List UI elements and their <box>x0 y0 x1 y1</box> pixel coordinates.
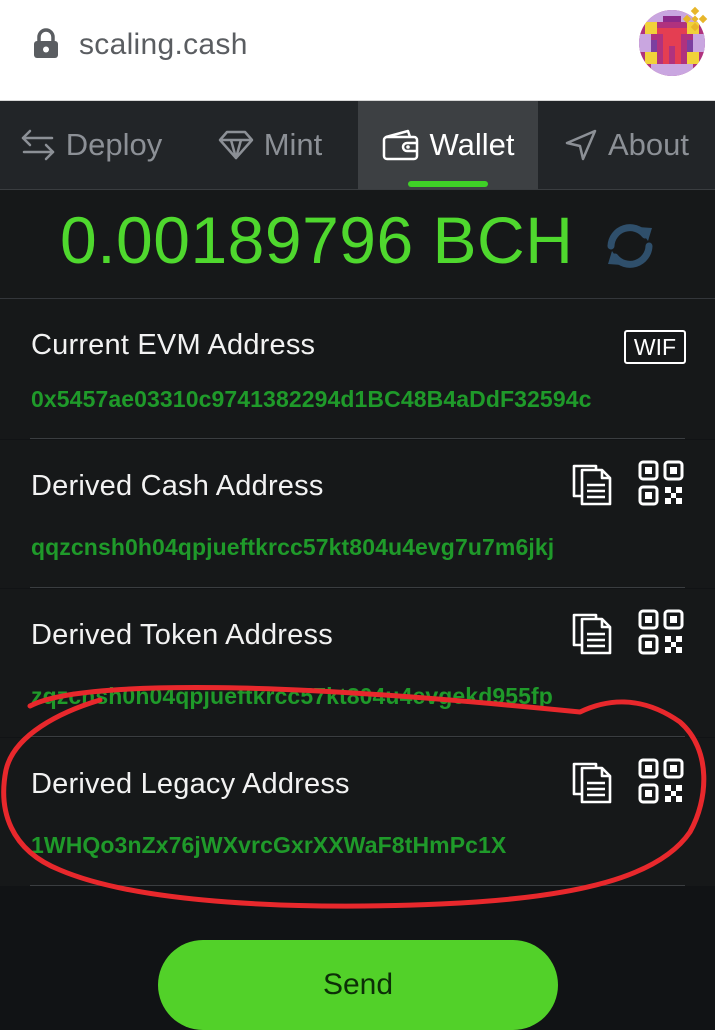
token-address-section: Derived Token Address zqzcnsh0h04qpjueft… <box>0 589 715 737</box>
tab-wallet[interactable]: Wallet <box>358 101 538 189</box>
cash-address-section: Derived Cash Address qqzcnsh0h04qpjueftk… <box>0 440 715 588</box>
tab-mint-label: Mint <box>263 127 323 162</box>
legacy-address-value[interactable]: 1WHQo3nZx76jWXvrcGxrXXWaF8tHmPc1X <box>31 832 506 859</box>
evm-address-value[interactable]: 0x5457ae03310c9741382294d1BC48B4aDdF3259… <box>31 386 592 413</box>
tab-deploy[interactable]: Deploy <box>0 101 182 189</box>
cash-address-value[interactable]: qqzcnsh0h04qpjueftkrcc57kt804u4evg7u7m6j… <box>31 534 554 561</box>
balance-amount: 0.00189796 BCH <box>60 203 574 277</box>
evm-address-label: Current EVM Address <box>31 329 316 361</box>
section-divider <box>30 587 685 588</box>
qr-code-icon[interactable] <box>638 609 684 655</box>
browser-url-bar[interactable]: scaling.cash <box>0 0 715 101</box>
url-text[interactable]: scaling.cash <box>79 28 248 62</box>
diamond-badge-icon <box>682 6 708 32</box>
tab-about[interactable]: About <box>538 101 715 189</box>
tab-mint[interactable]: Mint <box>182 101 358 189</box>
active-tab-indicator <box>408 181 488 187</box>
lock-icon <box>34 28 58 58</box>
section-divider <box>30 885 685 886</box>
balance-row: 0.00189796 BCH <box>0 190 715 299</box>
gem-icon <box>218 130 253 160</box>
qr-code-icon[interactable] <box>638 758 684 804</box>
qr-code-icon[interactable] <box>638 460 684 506</box>
evm-address-section: Current EVM Address WIF 0x5457ae03310c97… <box>0 299 715 439</box>
tab-deploy-label: Deploy <box>65 127 163 162</box>
cash-address-label: Derived Cash Address <box>31 470 324 502</box>
copy-icon[interactable] <box>570 460 616 506</box>
arrows-swap-icon <box>21 129 54 161</box>
wallet-icon <box>382 129 418 161</box>
token-address-value[interactable]: zqzcnsh0h04qpjueftkrcc57kt804u4evgekd955… <box>31 683 553 710</box>
section-divider <box>30 438 685 439</box>
section-divider <box>30 736 685 737</box>
wif-button[interactable]: WIF <box>624 330 686 364</box>
legacy-address-section: Derived Legacy Address 1WHQo3nZx76jWXvrc… <box>0 738 715 886</box>
token-address-label: Derived Token Address <box>31 619 333 651</box>
legacy-address-label: Derived Legacy Address <box>31 768 350 800</box>
copy-icon[interactable] <box>570 609 616 655</box>
send-button[interactable]: Send <box>158 940 558 1030</box>
copy-icon[interactable] <box>570 758 616 804</box>
send-arrow-icon <box>565 129 597 161</box>
nav-tabs: Deploy Mint Wallet About <box>0 101 715 190</box>
tab-wallet-label: Wallet <box>429 127 515 162</box>
tab-about-label: About <box>607 127 689 162</box>
refresh-icon[interactable] <box>602 218 658 274</box>
